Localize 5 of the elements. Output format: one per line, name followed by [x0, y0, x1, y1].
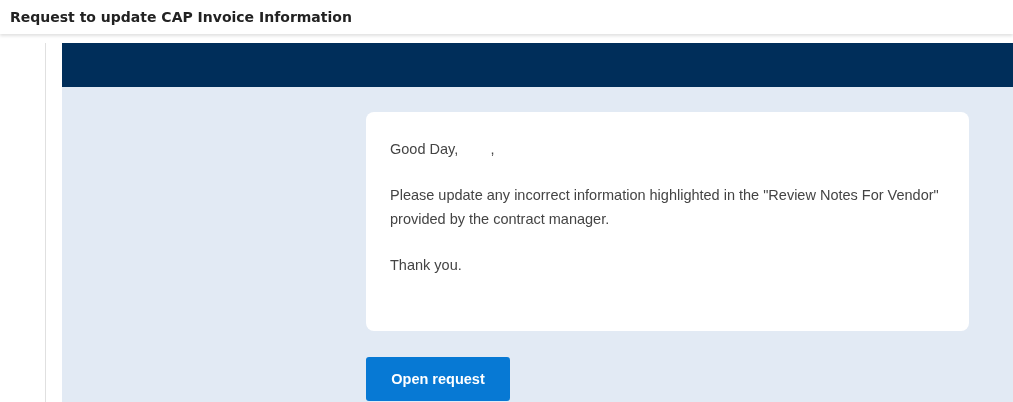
- message-text: Good Day, ,: [390, 140, 496, 159]
- window-title: Request to update CAP Invoice Information: [10, 9, 352, 25]
- message-text: Please update any incorrect information highlighted in the "Review Notes For Vendor" provided by the contract manager.: [390, 186, 940, 229]
- message-text: Thank you.: [390, 256, 463, 275]
- open-request-button[interactable]: Open request: [366, 357, 510, 401]
